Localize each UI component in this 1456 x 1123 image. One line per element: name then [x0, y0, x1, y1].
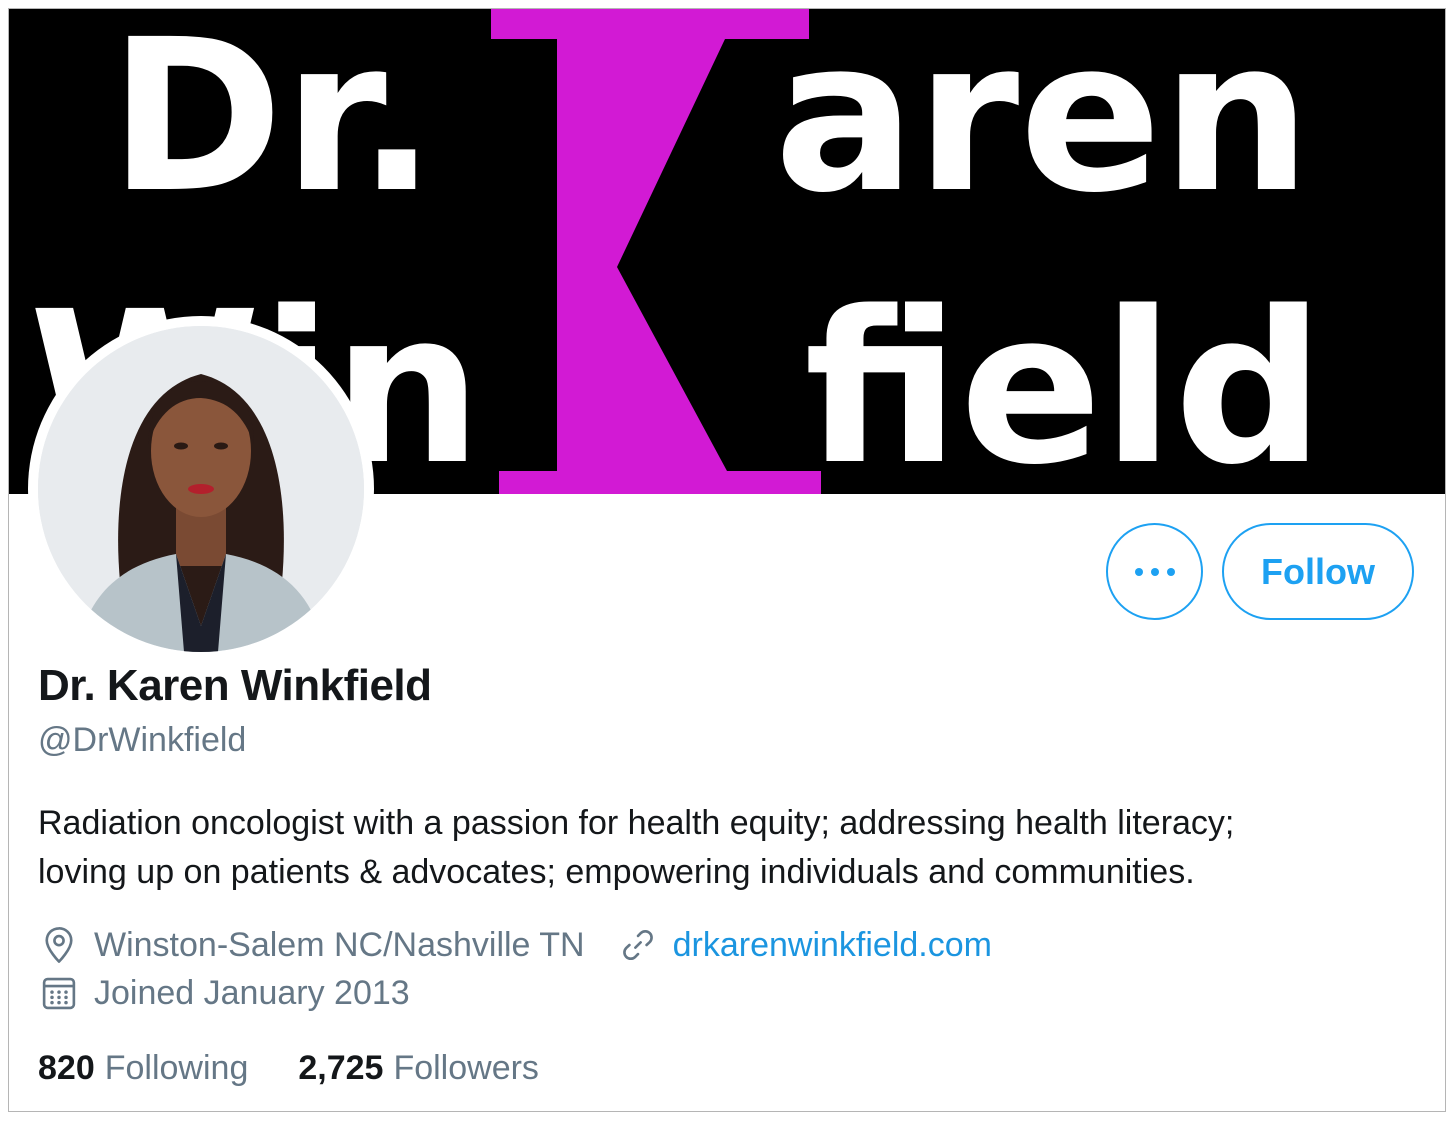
- more-options-button[interactable]: [1106, 523, 1203, 620]
- banner-text-field: field: [804, 266, 1324, 494]
- display-name: Dr. Karen Winkfield: [38, 661, 432, 710]
- banner-text-dr: Dr.: [109, 9, 437, 239]
- calendar-icon: [38, 972, 80, 1014]
- bio-line: Radiation oncologist with a passion for …: [38, 804, 1235, 842]
- banner-text-aren: aren: [774, 9, 1311, 239]
- avatar[interactable]: [28, 316, 374, 662]
- profile-bio: Radiation oncologist with a passion for …: [38, 799, 1418, 897]
- following-link[interactable]: 820 Following: [38, 1049, 248, 1088]
- followers-count: 2,725: [298, 1049, 384, 1087]
- follow-stats: 820 Following 2,725 Followers: [38, 1049, 539, 1088]
- avatar-photo: [38, 326, 364, 652]
- website-url[interactable]: drkarenwinkfield.com: [673, 926, 992, 965]
- joined-date: Joined January 2013: [94, 973, 410, 1012]
- following-count: 820: [38, 1049, 95, 1087]
- bio-line: loving up on patients & advocates; empow…: [38, 853, 1195, 891]
- user-handle: @DrWinkfield: [38, 721, 247, 759]
- profile-meta-row: Winston-Salem NC/Nashville TN drkarenwin…: [38, 924, 992, 966]
- follow-button[interactable]: Follow: [1222, 523, 1414, 620]
- location-pin-icon: [38, 924, 80, 966]
- website-link[interactable]: drkarenwinkfield.com: [617, 924, 992, 966]
- profile-card: Dr. aren Win field: [8, 8, 1446, 1112]
- more-horizontal-icon: [1134, 567, 1175, 576]
- followers-link[interactable]: 2,725 Followers: [298, 1049, 539, 1088]
- location-text: Winston-Salem NC/Nashville TN: [94, 925, 585, 964]
- profile-meta-row: Joined January 2013: [38, 972, 410, 1014]
- following-label: Following: [104, 1049, 249, 1087]
- link-icon: [617, 924, 659, 966]
- followers-label: Followers: [393, 1049, 539, 1087]
